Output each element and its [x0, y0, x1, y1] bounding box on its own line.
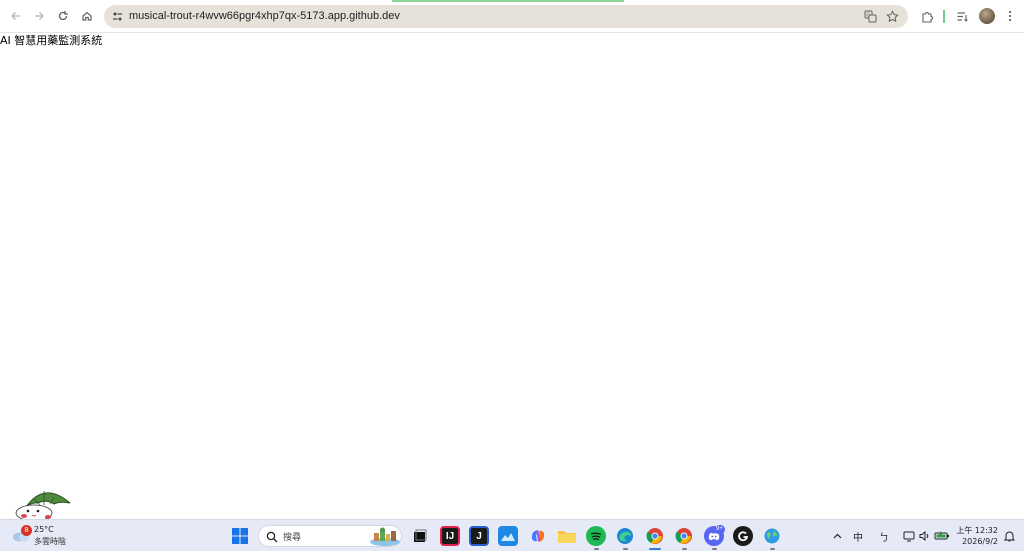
battery-icon[interactable] [933, 528, 951, 544]
intellij-icon[interactable]: IJ [440, 526, 460, 546]
jetbrains-icon[interactable]: J [469, 526, 489, 546]
chevron-up-icon[interactable] [829, 528, 845, 544]
clock-date: 2026/9/2 [962, 537, 998, 546]
temperature: 25°C [34, 525, 54, 534]
svg-text:G: G [866, 13, 870, 19]
globe-app-icon[interactable] [762, 526, 782, 546]
address-bar[interactable]: musical-trout-r4wvw66pgr4xhp7qx-5173.app… [104, 5, 908, 28]
search-placeholder: 搜尋 [283, 533, 302, 543]
chrome-active-icon[interactable] [645, 526, 665, 546]
desktop-mascot[interactable] [14, 487, 74, 522]
edge-running-indicator [623, 548, 628, 550]
edge-icon[interactable] [615, 526, 635, 546]
taskbar: 8 25°C 多雲時陰 搜尋 IJ J 9+ 中 ㄅ 上午 12:32 2026… [0, 519, 1024, 551]
notification-bell-icon[interactable] [1001, 528, 1017, 544]
forward-arrow-icon[interactable] [29, 6, 49, 26]
home-icon[interactable] [77, 6, 97, 26]
bookmark-star-icon[interactable] [884, 8, 901, 25]
tab-indicator [392, 0, 624, 2]
extension-divider [943, 10, 945, 23]
clock-time: 上午 12:32 [956, 526, 998, 535]
chrome-running-indicator [682, 548, 687, 550]
speaker-icon[interactable] [916, 528, 932, 544]
system-clock[interactable]: 上午 12:32 2026/9/2 [956, 525, 998, 547]
spotify-icon[interactable] [586, 526, 606, 546]
windows-start-icon[interactable] [232, 528, 248, 544]
menu-icon[interactable] [1001, 7, 1019, 25]
taskbar-search[interactable]: 搜尋 [258, 525, 402, 547]
chrome-active-indicator [649, 548, 661, 550]
discord-notification-badge: 9+ [714, 525, 725, 534]
discord-running-indicator [712, 548, 717, 550]
url-text[interactable]: musical-trout-r4wvw66pgr4xhp7qx-5173.app… [129, 9, 400, 24]
spotify-running-indicator [594, 548, 599, 550]
browser-toolbar: musical-trout-r4wvw66pgr4xhp7qx-5173.app… [0, 0, 1024, 33]
reading-list-icon[interactable] [953, 7, 971, 25]
search-icon [266, 530, 278, 543]
reload-icon[interactable] [53, 6, 73, 26]
weather-widget[interactable]: 8 25°C 多雲時陰 [12, 524, 72, 548]
file-explorer-icon[interactable] [557, 526, 577, 546]
search-highlight-art [370, 527, 401, 546]
page-title: AI 智慧用藥監測系統 [0, 34, 103, 47]
globe-app-running-indicator [770, 548, 775, 550]
weather-badge: 8 [21, 525, 32, 536]
profile-avatar[interactable] [979, 8, 995, 24]
photos-icon[interactable] [498, 526, 518, 546]
github-app-icon[interactable] [733, 526, 753, 546]
extensions-icon[interactable] [918, 7, 936, 25]
ime-zhuyin-indicator[interactable]: ㄅ [876, 528, 892, 544]
copilot-icon[interactable] [528, 526, 548, 546]
ime-mode-indicator[interactable]: 中 [850, 528, 866, 544]
chrome-icon[interactable] [674, 526, 694, 546]
back-arrow-icon[interactable] [6, 6, 26, 26]
weather-condition: 多雲時陰 [34, 537, 66, 546]
site-info-icon[interactable] [110, 9, 125, 24]
task-view-icon[interactable] [410, 526, 430, 546]
translate-icon[interactable]: G [862, 8, 879, 25]
network-icon[interactable] [901, 528, 917, 544]
